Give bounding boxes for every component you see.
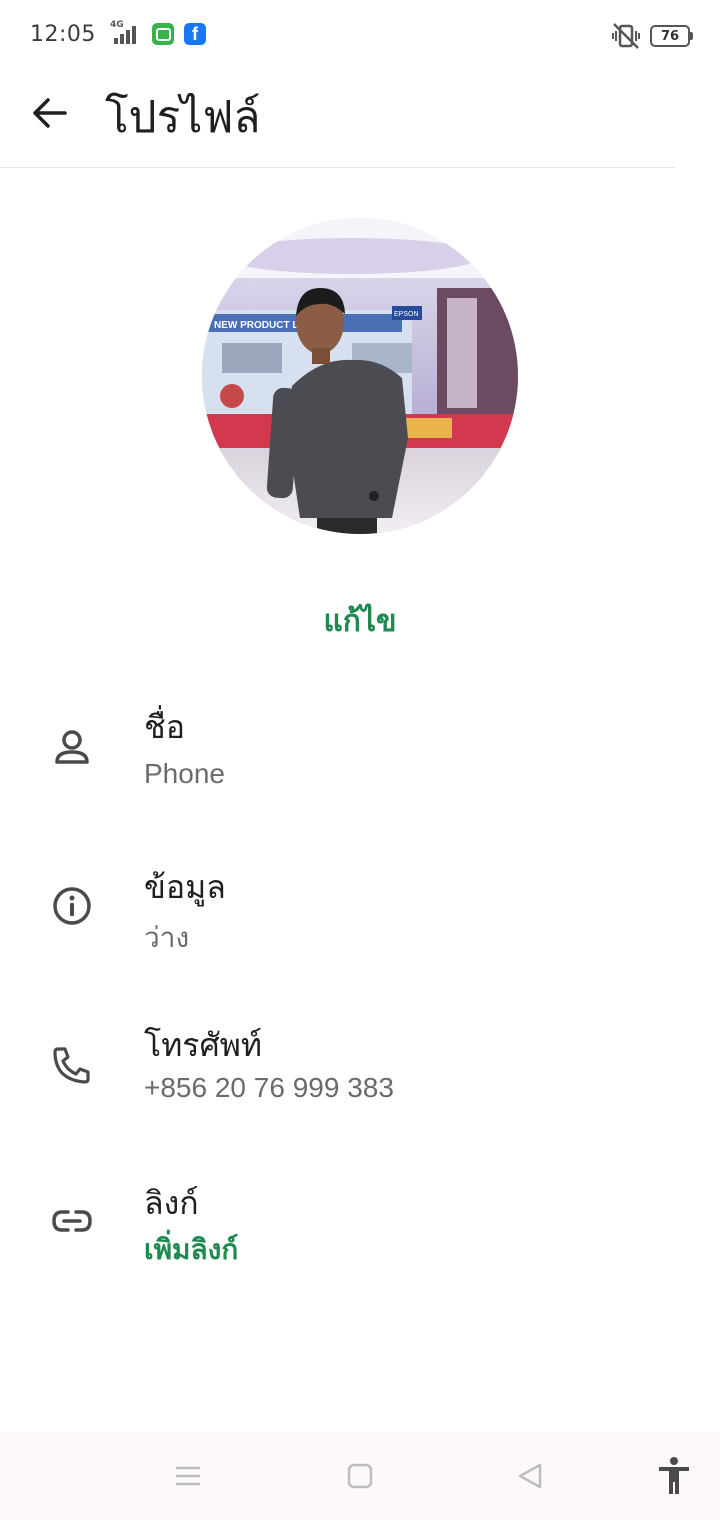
vibrate-icon — [612, 23, 640, 49]
status-left-icons: 4G f — [104, 20, 206, 46]
back-icon[interactable] — [508, 1454, 552, 1498]
status-right-icons: 76 — [610, 22, 693, 50]
about-title: ข้อมูล — [144, 868, 226, 906]
home-icon[interactable] — [338, 1454, 382, 1498]
phone-title: โทรศัพท์ — [144, 1026, 262, 1064]
links-row[interactable]: ลิงก์ เพิ่มลิงก์ — [0, 1162, 720, 1292]
info-icon — [48, 882, 96, 930]
app-bar: โปรไฟล์ — [0, 70, 675, 168]
accessibility-icon[interactable] — [652, 1454, 696, 1498]
person-icon — [48, 724, 96, 772]
phone-value: +856 20 76 999 383 — [144, 1072, 394, 1103]
page-title: โปรไฟล์ — [105, 92, 261, 143]
name-value: Phone — [144, 758, 225, 789]
profile-avatar[interactable]: NEW PRODUCT LAUN EPSON — [202, 218, 518, 534]
about-row[interactable]: ข้อมูล ว่าง — [0, 846, 720, 976]
battery-icon: 76 — [650, 25, 693, 47]
name-row[interactable]: ชื่อ Phone — [0, 686, 720, 816]
signal-bars — [114, 26, 136, 44]
message-app-icon — [152, 23, 174, 45]
add-link-button[interactable]: เพิ่มลิงก์ — [144, 1228, 238, 1272]
system-nav-bar — [0, 1432, 720, 1520]
status-bar: 12:05 4G f 76 — [0, 0, 720, 70]
links-title: ลิงก์ — [144, 1184, 199, 1222]
photo-brand-text: EPSON — [394, 311, 419, 318]
phone-icon — [48, 1041, 96, 1089]
facebook-icon: f — [184, 23, 206, 45]
profile-screen: 12:05 4G f 76 โปรไฟล์ NEW PRODUCT LAUN E… — [0, 0, 720, 1520]
phone-row[interactable]: โทรศัพท์ +856 20 76 999 383 — [0, 1004, 720, 1134]
back-button[interactable] — [24, 88, 74, 138]
profile-photo: NEW PRODUCT LAUN EPSON — [202, 218, 518, 534]
signal-icon: 4G — [104, 20, 142, 46]
arrow-back-icon — [33, 98, 67, 128]
edit-profile-button[interactable]: แก้ไข — [0, 598, 720, 645]
about-value: ว่าง — [144, 921, 190, 954]
link-icon — [48, 1197, 96, 1245]
name-title: ชื่อ — [144, 708, 185, 746]
menu-icon[interactable] — [166, 1454, 210, 1498]
status-time: 12:05 — [30, 22, 96, 47]
